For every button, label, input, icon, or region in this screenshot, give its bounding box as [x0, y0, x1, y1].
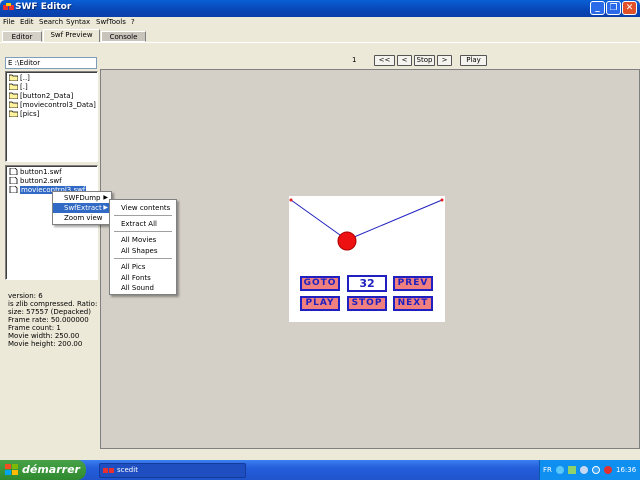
movie-play-button[interactable]: PLAY [300, 296, 340, 311]
path-input[interactable]: E :\Editor [5, 57, 97, 69]
menu-syntax[interactable]: Syntax [66, 17, 90, 28]
menu-file[interactable]: File [3, 17, 15, 28]
menu-item-all-movies[interactable]: All Movies [110, 235, 176, 245]
antivirus-icon[interactable] [592, 466, 600, 474]
tab-console[interactable]: Console [101, 31, 146, 42]
stop-button[interactable]: Stop [414, 55, 435, 66]
volume-icon[interactable] [580, 466, 588, 474]
maximize-icon: ❐ [609, 3, 618, 13]
info-line: Frame rate: 50.000000 [8, 316, 89, 324]
app-icon [3, 3, 14, 10]
submenu-arrow-icon: ▶ [103, 194, 108, 201]
folder-item[interactable]: [pics] [9, 110, 39, 119]
folder-item[interactable]: [moviecontrol3_Data] [9, 101, 96, 110]
extract-submenu: View contents Extract All All Movies All… [109, 199, 177, 295]
file-item[interactable]: button1.swf [9, 168, 62, 177]
folder-item[interactable]: [.] [9, 83, 28, 92]
menu-bar: File Edit Search Syntax SwfTools ? [0, 17, 640, 28]
pendulum-ball [337, 231, 357, 251]
maximize-button[interactable]: ❐ [606, 1, 621, 15]
play-button[interactable]: Play [460, 55, 487, 66]
taskbar-app-scedit[interactable]: scedit [99, 463, 246, 478]
window-title: SWF Editor [15, 2, 72, 12]
goto-button[interactable]: GOTO [300, 276, 340, 291]
menu-swftools[interactable]: SwfTools [96, 17, 126, 28]
windows-logo-icon [5, 464, 18, 475]
next-frame-button[interactable]: > [437, 55, 452, 66]
status-bar [0, 449, 640, 460]
pendulum-string-left [290, 199, 348, 241]
menu-item-all-pics[interactable]: All Pics [110, 262, 176, 272]
folder-list[interactable]: [..] [.] [button2_Data] [moviecontrol3_D… [5, 71, 98, 162]
menu-item-zoom-view[interactable]: Zoom view [53, 213, 111, 223]
file-item[interactable]: button2.swf [9, 177, 62, 186]
context-menu: SWFDump ▶ SwfExtract ▶ Zoom view [52, 191, 112, 225]
info-line: is zlib compressed. Ratio: 78% [8, 300, 116, 308]
file-icon [9, 177, 18, 184]
close-button[interactable]: ✕ [622, 1, 637, 15]
info-line: Movie width: 250.00 [8, 332, 80, 340]
menu-item-swfdump[interactable]: SWFDump ▶ [53, 193, 111, 203]
swf-movie[interactable]: GOTO 32 PREV PLAY STOP NEXT [289, 196, 445, 322]
tray-arrow-icon[interactable] [556, 466, 564, 474]
security-icon[interactable] [604, 466, 612, 474]
folder-icon [9, 101, 18, 108]
file-icon [9, 168, 18, 175]
frame-number: 1 [352, 56, 357, 64]
movie-stop-button[interactable]: STOP [347, 296, 387, 311]
menu-item-all-fonts[interactable]: All Fonts [110, 273, 176, 283]
folder-icon [9, 110, 18, 117]
tab-swf-preview[interactable]: Swf Preview [43, 29, 100, 42]
info-line: size: 57557 (Depacked) [8, 308, 91, 316]
file-icon [9, 186, 18, 193]
folder-icon [9, 92, 18, 99]
anchor-right [440, 198, 444, 202]
info-line: version: 6 [8, 292, 43, 300]
menu-separator [114, 258, 172, 259]
folder-item[interactable]: [..] [9, 74, 30, 83]
language-indicator[interactable]: FR [543, 460, 552, 480]
network-icon[interactable] [568, 466, 576, 474]
menu-separator [114, 215, 172, 216]
info-line: Frame count: 1 [8, 324, 61, 332]
app-icon [103, 468, 114, 473]
tab-bar: Editor Swf Preview Console [0, 29, 640, 42]
folder-icon [9, 83, 18, 90]
submenu-arrow-icon: ▶ [103, 204, 108, 211]
first-frame-button[interactable]: << [374, 55, 395, 66]
menu-item-all-sound[interactable]: All Sound [110, 283, 176, 293]
tab-editor[interactable]: Editor [2, 31, 42, 42]
minimize-icon: _ [595, 3, 600, 13]
next-button[interactable]: NEXT [393, 296, 433, 311]
info-line: Movie height: 200.00 [8, 340, 83, 348]
close-icon: ✕ [625, 3, 634, 13]
swf-info: version: 6 is zlib compressed. Ratio: 78… [8, 292, 116, 348]
anchor-left [289, 198, 293, 202]
menu-separator [114, 231, 172, 232]
minimize-button[interactable]: _ [590, 1, 605, 15]
menu-item-swfextract[interactable]: SwfExtract ▶ [53, 203, 111, 213]
menu-item-all-shapes[interactable]: All Shapes [110, 246, 176, 256]
folder-icon [9, 74, 18, 81]
menu-help[interactable]: ? [131, 17, 135, 28]
prev-frame-button[interactable]: < [397, 55, 412, 66]
pendulum-string-right [346, 199, 443, 241]
menu-item-extract-all[interactable]: Extract All [110, 219, 176, 229]
clock: 16:36 [616, 466, 637, 474]
tab-divider [0, 42, 640, 43]
folder-item[interactable]: [button2_Data] [9, 92, 73, 101]
menu-search[interactable]: Search [39, 17, 63, 28]
system-tray: FR 16:36 [539, 460, 640, 480]
counter-display: 32 [347, 275, 387, 292]
title-bar[interactable] [0, 0, 640, 17]
menu-item-view-contents[interactable]: View contents [110, 203, 176, 213]
menu-edit[interactable]: Edit [20, 17, 34, 28]
prev-button[interactable]: PREV [393, 276, 433, 291]
